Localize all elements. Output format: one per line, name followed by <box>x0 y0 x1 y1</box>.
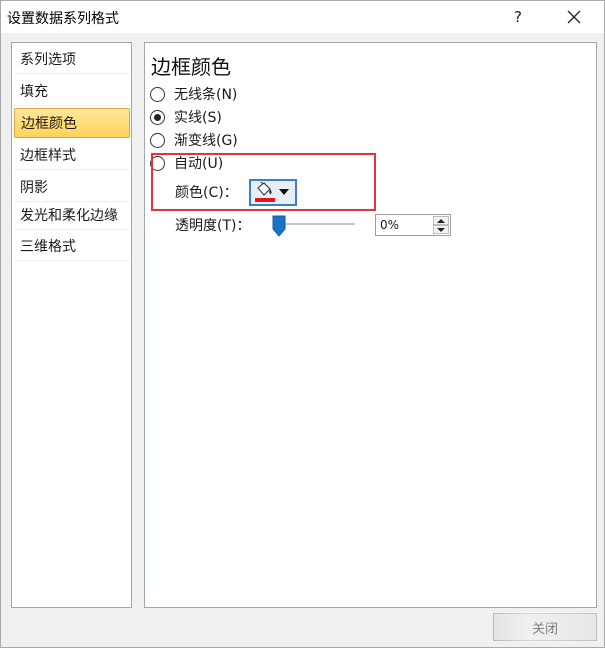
nav-item-label: 系列选项 <box>20 51 76 68</box>
nav-item-label: 发光和柔化边缘 <box>20 207 118 224</box>
color-swatch <box>255 198 275 202</box>
panel-title: 边框颜色 <box>151 55 231 79</box>
nav-item-label: 阴影 <box>20 179 48 196</box>
paint-bucket-icon <box>257 182 272 196</box>
color-label: 颜色(C)： <box>175 185 238 201</box>
transparency-spinner[interactable]: 0% <box>375 214 451 236</box>
option-automatic[interactable]: 自动(U) <box>150 153 223 173</box>
close-icon <box>567 10 581 24</box>
close-window-button[interactable] <box>551 1 597 33</box>
option-label: 实线(S) <box>174 110 222 126</box>
nav-item-3d-format[interactable]: 三维格式 <box>14 231 130 261</box>
triangle-up-icon <box>437 218 445 223</box>
nav-item-border-style[interactable]: 边框样式 <box>14 140 130 170</box>
nav-item-label: 边框颜色 <box>21 116 77 132</box>
border-color-panel: 边框颜色 无线条(N) 实线(S) 渐变线(G) 自动(U) 颜色(C)： 透明… <box>144 42 597 608</box>
option-solid-line[interactable]: 实线(S) <box>150 107 222 127</box>
nav-item-border-color[interactable]: 边框颜色 <box>14 108 130 138</box>
spin-up-button[interactable] <box>433 216 449 225</box>
transparency-value[interactable]: 0% <box>380 218 399 232</box>
title-bar: 设置数据系列格式 ? <box>1 1 604 33</box>
option-no-line[interactable]: 无线条(N) <box>150 84 237 104</box>
radio-button[interactable] <box>150 132 165 148</box>
nav-item-label: 三维格式 <box>20 238 76 255</box>
transparency-label: 透明度(T)： <box>175 218 251 234</box>
nav-item-series-options[interactable]: 系列选项 <box>14 44 130 74</box>
radio-button-checked[interactable] <box>150 109 165 125</box>
radio-button[interactable] <box>150 86 165 102</box>
dialog-title: 设置数据系列格式 <box>7 11 119 27</box>
category-nav: 系列选项 填充 边框颜色 边框样式 阴影 发光和柔化边缘 三维格式 <box>11 42 132 608</box>
option-label: 无线条(N) <box>174 87 238 103</box>
color-picker-button[interactable] <box>249 179 297 206</box>
help-button[interactable]: ? <box>495 1 541 33</box>
chevron-down-icon <box>279 189 289 195</box>
option-gradient-line[interactable]: 渐变线(G) <box>150 130 238 150</box>
nav-item-label: 填充 <box>20 83 48 100</box>
close-button[interactable]: 关闭 <box>493 613 597 641</box>
nav-item-shadow[interactable]: 阴影 <box>14 172 130 202</box>
nav-item-label: 边框样式 <box>20 147 76 164</box>
spin-down-button[interactable] <box>433 225 449 234</box>
triangle-down-icon <box>437 227 445 232</box>
option-label: 渐变线(G) <box>174 133 238 149</box>
format-data-series-dialog: 设置数据系列格式 ? 系列选项 填充 边框颜色 边框样式 阴影 发光和柔化边缘 … <box>0 0 605 648</box>
radio-button[interactable] <box>150 155 165 171</box>
transparency-slider-thumb[interactable] <box>272 215 286 237</box>
nav-item-glow-soft-edges[interactable]: 发光和柔化边缘 <box>14 200 130 230</box>
nav-item-fill[interactable]: 填充 <box>14 76 130 106</box>
option-label: 自动(U) <box>174 156 224 172</box>
